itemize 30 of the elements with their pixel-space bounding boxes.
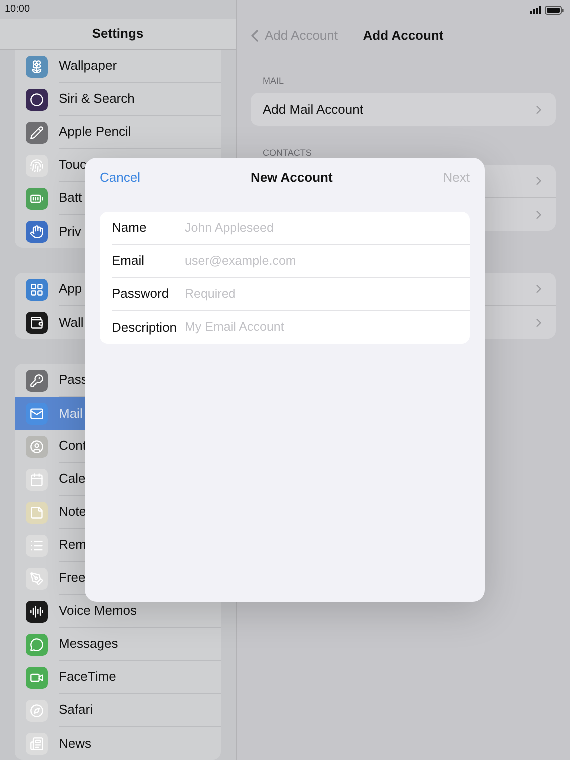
item-label: Mail xyxy=(59,404,83,423)
dialog-title: New Account xyxy=(250,169,333,188)
item-label: Priv xyxy=(59,222,82,241)
item-label: FaceTime xyxy=(59,668,116,686)
item-label: App xyxy=(59,280,82,298)
field-label: Name xyxy=(112,219,148,238)
status-time: 10:00 xyxy=(5,3,30,18)
row-label: Add Mail Account xyxy=(263,100,364,119)
item-label: Note xyxy=(59,503,86,522)
item-label: News xyxy=(59,734,92,753)
item-label: Wall xyxy=(59,314,84,332)
section-header: MAIL xyxy=(262,76,284,87)
item-label: Cale xyxy=(59,470,86,488)
item-label: Rem xyxy=(59,536,86,554)
field-label: Email xyxy=(112,252,146,270)
section-header: CONTACTS xyxy=(262,148,312,159)
item-label: Wallpaper xyxy=(59,57,118,76)
item-label: Messages xyxy=(59,635,118,654)
item-label: Cont xyxy=(59,437,86,456)
item-label: Free xyxy=(59,569,86,588)
field-label: Password xyxy=(112,285,170,304)
item-label: Siri & Search xyxy=(59,90,135,108)
item-label: Batt xyxy=(59,189,82,208)
field-label: Description xyxy=(112,318,178,337)
page-title: Add Account xyxy=(363,27,444,46)
item-label: Safari xyxy=(59,701,93,720)
sidebar-title: Settings xyxy=(92,25,144,44)
item-label: Voice Memos xyxy=(59,602,138,620)
item-label: Touc xyxy=(59,156,86,174)
item-label: Apple Pencil xyxy=(59,123,132,142)
